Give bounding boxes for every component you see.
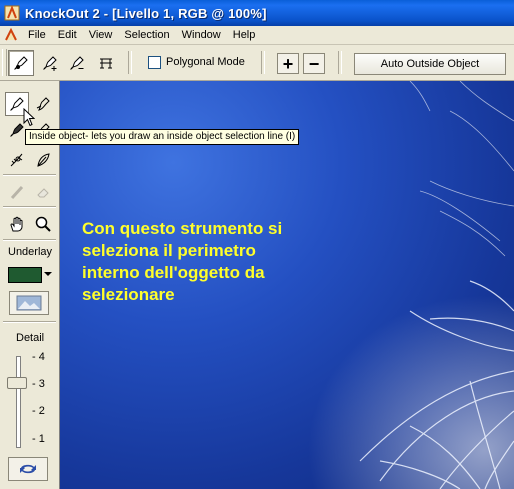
menu-file[interactable]: File bbox=[22, 26, 52, 44]
toolbar-grip[interactable] bbox=[2, 49, 7, 76]
detail-slider-thumb[interactable] bbox=[7, 377, 27, 389]
window-title: KnockOut 2 - [Livello 1, RGB @ 100%] bbox=[25, 5, 267, 21]
underlay-image-button[interactable] bbox=[9, 291, 49, 315]
bridge-icon bbox=[100, 58, 112, 69]
underlay-label: Underlay bbox=[8, 246, 53, 258]
menu-selection[interactable]: Selection bbox=[118, 26, 175, 44]
panel-separator bbox=[3, 174, 56, 176]
detail-tick-2: - 2 bbox=[32, 405, 45, 417]
leaf-icon bbox=[37, 153, 50, 167]
polygonal-mode-checkbox[interactable] bbox=[148, 56, 161, 69]
detail-tick-1: - 1 bbox=[32, 433, 45, 445]
refresh-icon bbox=[20, 464, 36, 474]
brush-tool[interactable] bbox=[5, 180, 29, 204]
zoom-tool[interactable] bbox=[31, 212, 55, 236]
outside-object-icon bbox=[36, 97, 50, 111]
inside-object-toolbar-button[interactable] bbox=[8, 50, 34, 76]
hand-icon bbox=[10, 216, 23, 232]
toolbar-separator bbox=[261, 51, 265, 74]
feather-brush-icon bbox=[10, 153, 23, 167]
title-bar[interactable]: KnockOut 2 - [Livello 1, RGB @ 100%] bbox=[0, 0, 514, 26]
caption-line: seleziona il perimetro bbox=[82, 241, 256, 260]
transition-outside-tool[interactable] bbox=[31, 148, 55, 172]
inside-object-add-button[interactable] bbox=[37, 50, 63, 76]
knockout-logo-icon bbox=[4, 5, 20, 21]
caption-line: Con questo strumento si bbox=[82, 219, 283, 238]
detail-tick-4: - 4 bbox=[32, 351, 45, 363]
inside-object-subtract-button[interactable] bbox=[64, 50, 90, 76]
detail-tick-3: - 3 bbox=[32, 378, 45, 390]
transition-inside-tool[interactable] bbox=[5, 148, 29, 172]
caption-line: selezionare bbox=[82, 285, 175, 304]
caption-line: interno dell'oggetto da bbox=[82, 263, 265, 282]
app-menu-icon[interactable] bbox=[4, 28, 18, 42]
chevron-down-icon[interactable] bbox=[44, 272, 52, 276]
toolbar-separator bbox=[338, 51, 342, 74]
eraser-icon bbox=[37, 188, 49, 198]
menu-edit[interactable]: Edit bbox=[52, 26, 83, 44]
inside-object-icon bbox=[14, 56, 28, 70]
zoom-out-button[interactable]: − bbox=[303, 53, 325, 74]
menu-bar: File Edit View Selection Window Help bbox=[0, 26, 514, 45]
panel-separator bbox=[3, 206, 56, 208]
tool-tooltip: Inside object- lets you draw an inside o… bbox=[25, 129, 300, 145]
bridge-tool-button[interactable] bbox=[93, 50, 119, 76]
toolbar-separator bbox=[128, 51, 132, 74]
mouse-pointer-icon bbox=[23, 108, 35, 127]
panel-separator bbox=[3, 239, 56, 241]
underlay-color-swatch[interactable] bbox=[8, 267, 42, 283]
inside-object-subtract-icon bbox=[70, 56, 84, 70]
toolbar: Polygonal Mode + − Auto Outside Object bbox=[0, 45, 514, 81]
detail-slider-track[interactable] bbox=[16, 356, 21, 448]
detail-label: Detail bbox=[16, 332, 45, 344]
eraser-tool[interactable] bbox=[31, 180, 55, 204]
panel-separator bbox=[3, 321, 56, 323]
inside-object-add-icon bbox=[43, 56, 57, 71]
polygonal-mode-label: Polygonal Mode bbox=[166, 56, 245, 68]
hand-tool[interactable] bbox=[5, 212, 29, 236]
magnifier-icon bbox=[35, 216, 51, 232]
menu-view[interactable]: View bbox=[83, 26, 119, 44]
image-icon bbox=[16, 295, 42, 311]
brush-icon bbox=[10, 185, 24, 200]
menu-window[interactable]: Window bbox=[176, 26, 227, 44]
refresh-button[interactable] bbox=[8, 457, 48, 481]
instruction-caption: Con questo strumento si seleziona il per… bbox=[82, 218, 342, 306]
auto-outside-object-button[interactable]: Auto Outside Object bbox=[354, 53, 506, 75]
menu-help[interactable]: Help bbox=[227, 26, 262, 44]
zoom-in-button[interactable]: + bbox=[277, 53, 299, 74]
